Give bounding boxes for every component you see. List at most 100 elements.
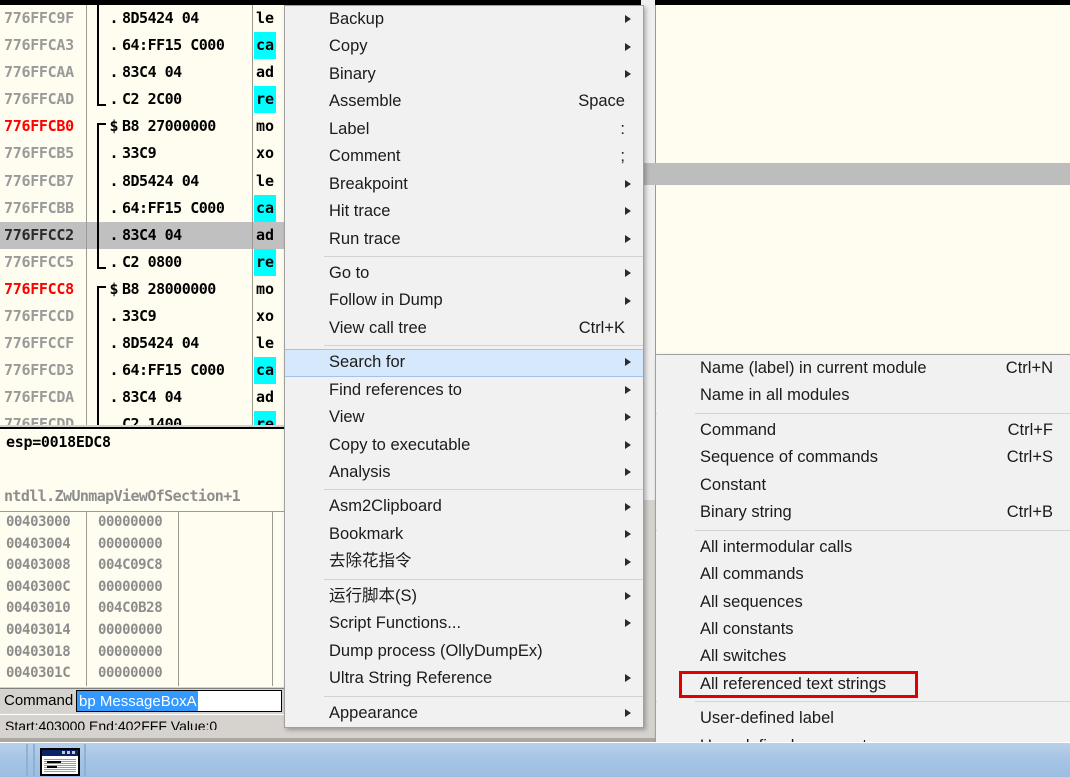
disasm-row[interactable]: 776FFCCF.8D5424 04le — [0, 330, 286, 357]
disasm-marker: . — [106, 303, 122, 330]
search-submenu-item[interactable]: All referenced text strings — [656, 671, 1070, 698]
menu-item-label: View — [329, 408, 364, 426]
disassembly-pane[interactable]: 776FFC9F.8D5424 04le776FFCA3.64:FF15 C00… — [0, 5, 287, 425]
disasm-bytes: 64:FF15 C000 — [122, 195, 254, 222]
disasm-bytes: B8 28000000 — [122, 276, 254, 303]
context-menu-item[interactable]: Comment; — [285, 143, 643, 170]
disasm-row[interactable]: 776FFCAA.83C4 04ad — [0, 59, 286, 86]
disasm-marker: . — [106, 411, 122, 425]
memory-dump-pane[interactable]: 0040300000000000004030040000000000403008… — [0, 511, 286, 687]
disasm-marker: . — [106, 222, 122, 249]
dump-address: 00403020 — [0, 685, 92, 687]
dump-row[interactable]: 0040300000000000 — [0, 512, 286, 534]
dump-row[interactable]: 0040300400000000 — [0, 534, 286, 556]
command-input[interactable]: bp MessageBoxA — [76, 690, 282, 712]
context-menu-item[interactable]: Label: — [285, 116, 643, 143]
disasm-marker: . — [106, 357, 122, 384]
context-menu-item[interactable]: Follow in Dump — [285, 287, 643, 314]
context-menu-item[interactable]: Run trace — [285, 226, 643, 253]
search-submenu-item[interactable]: Name in all modules — [656, 382, 1070, 409]
search-submenu-item[interactable]: CommandCtrl+F — [656, 417, 1070, 444]
disasm-row[interactable]: 776FFCAD.C2 2C00re — [0, 86, 286, 113]
context-menu-item[interactable]: Binary — [285, 61, 643, 88]
search-submenu-item[interactable]: User-defined label — [656, 705, 1070, 732]
disasm-row[interactable]: 776FFCB5.33C9xo — [0, 140, 286, 167]
dump-row[interactable]: 0040302000000000 — [0, 685, 286, 687]
disasm-marker: . — [106, 5, 122, 32]
context-menu-item[interactable]: Dump process (OllyDumpEx) — [285, 638, 643, 665]
menu-item-label: Asm2Clipboard — [329, 497, 442, 515]
dump-row[interactable]: 0040301800000000 — [0, 642, 286, 664]
disasm-row[interactable]: 776FFC9F.8D5424 04le — [0, 5, 286, 32]
context-menu-item[interactable]: View — [285, 404, 643, 431]
context-menu-item[interactable]: Asm2Clipboard — [285, 493, 643, 520]
context-menu-item[interactable]: Analysis — [285, 459, 643, 486]
search-submenu-item[interactable]: All constants — [656, 616, 1070, 643]
disasm-row[interactable]: 776FFCB7.8D5424 04le — [0, 168, 286, 195]
context-menu-item[interactable]: Appearance — [285, 700, 643, 727]
dump-value: 00000000 — [92, 512, 182, 534]
search-submenu-item[interactable]: All sequences — [656, 589, 1070, 616]
search-submenu-item[interactable]: Binary stringCtrl+B — [656, 499, 1070, 526]
chevron-right-icon — [625, 619, 631, 627]
windows-taskbar[interactable] — [0, 742, 1070, 777]
dump-value: 004C09C8 — [92, 555, 182, 577]
disasm-mnemonic: ad — [254, 384, 276, 411]
context-menu-item[interactable]: 运行脚本(S) — [285, 583, 643, 610]
context-menu-item[interactable]: Search for — [285, 349, 643, 376]
context-menu-item[interactable]: Bookmark — [285, 521, 643, 548]
context-menu-item[interactable]: Backup — [285, 6, 643, 33]
dump-row[interactable]: 0040301C00000000 — [0, 663, 286, 685]
chevron-right-icon — [625, 674, 631, 682]
search-for-submenu[interactable]: Name (label) in current moduleCtrl+NName… — [655, 354, 1070, 761]
menu-item-label: Constant — [700, 476, 766, 494]
menu-separator — [323, 489, 643, 490]
menu-item-label: All constants — [700, 620, 794, 638]
context-menu-item[interactable]: Find references to — [285, 377, 643, 404]
context-menu-item[interactable]: Copy to executable — [285, 432, 643, 459]
menu-item-label: Run trace — [329, 230, 401, 248]
context-menu-item[interactable]: Copy — [285, 33, 643, 60]
disasm-mnemonic: xo — [254, 140, 276, 167]
disasm-row[interactable]: 776FFCA3.64:FF15 C000ca — [0, 32, 286, 59]
search-submenu-item[interactable]: All intermodular calls — [656, 534, 1070, 561]
taskbar-grip-1 — [26, 744, 28, 776]
context-menu-item[interactable]: Go to — [285, 260, 643, 287]
context-menu[interactable]: Backup CopyBinaryAssembleSpaceLabel:Comme… — [284, 5, 644, 728]
menu-item-label: Backup — [329, 10, 384, 28]
disasm-row[interactable]: 776FFCD3.64:FF15 C000ca — [0, 357, 286, 384]
menu-item-shortcut: Ctrl+B — [1007, 499, 1053, 526]
context-menu-item[interactable]: Hit trace — [285, 198, 643, 225]
command-input-value[interactable]: bp MessageBoxA — [77, 691, 198, 712]
search-submenu-item[interactable]: Constant — [656, 472, 1070, 499]
menu-item-label: Copy to executable — [329, 436, 470, 454]
disasm-address: 776FFCB5 — [0, 140, 86, 167]
context-menu-item[interactable]: View call treeCtrl+K — [285, 315, 643, 342]
disasm-mnemonic: re — [254, 249, 276, 276]
context-menu-item[interactable]: 去除花指令 — [285, 548, 643, 575]
disasm-row[interactable]: 776FFCC5.C2 0800re — [0, 249, 286, 276]
context-menu-item[interactable]: Ultra String Reference — [285, 665, 643, 692]
dump-row[interactable]: 0040300C00000000 — [0, 577, 286, 599]
disasm-row[interactable]: 776FFCBB.64:FF15 C000ca — [0, 195, 286, 222]
context-menu-item[interactable]: Breakpoint — [285, 171, 643, 198]
menu-separator — [656, 530, 1070, 531]
disasm-row[interactable]: 776FFCDD.C2 1400re — [0, 411, 286, 425]
context-menu-item[interactable]: AssembleSpace — [285, 88, 643, 115]
menu-item-label: All sequences — [700, 593, 803, 611]
taskbar-window-icon[interactable] — [40, 748, 80, 776]
disasm-row[interactable]: 776FFCCD.33C9xo — [0, 303, 286, 330]
dump-row[interactable]: 00403008004C09C8 — [0, 555, 286, 577]
dump-row[interactable]: 00403010004C0B28 — [0, 598, 286, 620]
disasm-row[interactable]: 776FFCC2.83C4 04ad — [0, 222, 286, 249]
disasm-row[interactable]: 776FFCDA.83C4 04ad — [0, 384, 286, 411]
context-menu-item[interactable]: Script Functions... — [285, 610, 643, 637]
search-submenu-item[interactable]: Name (label) in current moduleCtrl+N — [656, 355, 1070, 382]
search-submenu-item[interactable]: Sequence of commandsCtrl+S — [656, 444, 1070, 471]
disasm-row[interactable]: 776FFCB0$B8 27000000mo — [0, 113, 286, 140]
disasm-row[interactable]: 776FFCC8$B8 28000000mo — [0, 276, 286, 303]
search-submenu-item[interactable]: All switches — [656, 643, 1070, 670]
registers-pane[interactable]: esp=0018EDC8 ntdll.ZwUnmapViewOfSection+… — [0, 427, 286, 513]
search-submenu-item[interactable]: All commands — [656, 561, 1070, 588]
dump-row[interactable]: 0040301400000000 — [0, 620, 286, 642]
